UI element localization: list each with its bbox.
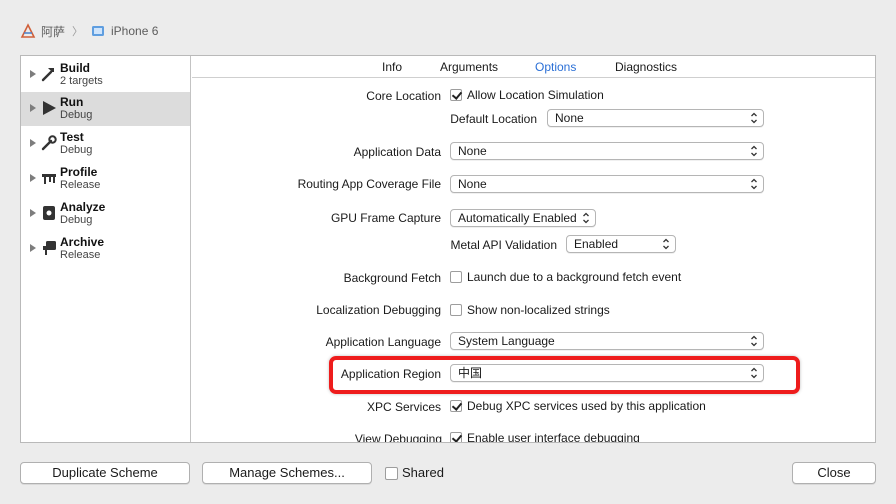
gpu-frame-capture-popup[interactable]: Automatically Enabled: [450, 209, 596, 227]
disclosure-triangle-icon[interactable]: [30, 244, 36, 252]
tab-bar: Info Arguments Options Diagnostics: [192, 56, 875, 78]
application-language-popup[interactable]: System Language: [450, 332, 764, 350]
sidebar-item-label: Profile: [60, 165, 98, 179]
popup-value: Enabled: [574, 237, 619, 251]
routing-popup[interactable]: None: [450, 175, 764, 193]
breadcrumb-device[interactable]: iPhone 6: [111, 24, 158, 38]
sidebar-item-profile[interactable]: Profile Release: [21, 162, 190, 196]
core-location-label: Core Location: [366, 89, 441, 103]
sidebar-item-sublabel: Debug: [60, 109, 93, 121]
chevron-right-icon: 〉: [72, 26, 84, 38]
xpc-services-checkbox[interactable]: [450, 400, 462, 412]
popup-value: Automatically Enabled: [458, 211, 577, 225]
tab-options[interactable]: Options: [535, 60, 576, 74]
popup-value: None: [555, 111, 584, 125]
sidebar-item-label: Build: [60, 61, 90, 75]
disclosure-triangle-icon[interactable]: [30, 104, 36, 112]
tab-arguments[interactable]: Arguments: [440, 60, 498, 74]
sidebar-item-test[interactable]: Test Debug: [21, 127, 190, 161]
routing-label: Routing App Coverage File: [297, 177, 441, 191]
scheme-action-sidebar: Build 2 targets Run Debug Test Debug Pro…: [21, 56, 191, 442]
allow-location-simulation-label: Allow Location Simulation: [467, 88, 604, 102]
analyze-icon: [40, 204, 58, 222]
application-data-label: Application Data: [353, 145, 441, 159]
popup-value: None: [458, 177, 487, 191]
archive-icon: [40, 239, 58, 257]
breadcrumb-project[interactable]: 阿萨: [41, 23, 65, 40]
sidebar-item-label: Analyze: [60, 200, 106, 214]
view-debugging-checkbox[interactable]: [450, 432, 462, 442]
chevron-updown-icon: [751, 112, 757, 124]
gpu-frame-capture-label: GPU Frame Capture: [330, 211, 441, 225]
application-data-popup[interactable]: None: [450, 142, 764, 160]
close-button[interactable]: Close: [792, 462, 876, 484]
sidebar-item-sublabel: Debug: [60, 214, 93, 226]
xpc-services-check-label: Debug XPC services used by this applicat…: [467, 399, 706, 413]
shared-checkbox[interactable]: [385, 467, 398, 480]
duplicate-scheme-button[interactable]: Duplicate Scheme: [20, 462, 190, 484]
breadcrumb: 阿萨 〉 iPhone 6: [20, 22, 158, 40]
xcode-project-icon: [20, 23, 36, 39]
metal-api-validation-label: Metal API Validation: [450, 238, 557, 252]
annotation-highlight-box: [329, 356, 800, 394]
tab-diagnostics[interactable]: Diagnostics: [615, 60, 677, 74]
background-fetch-check-label: Launch due to a background fetch event: [467, 270, 682, 284]
disclosure-triangle-icon[interactable]: [30, 139, 36, 147]
device-icon: [90, 23, 106, 39]
sidebar-item-sublabel: Release: [60, 179, 101, 191]
wrench-icon: [40, 134, 58, 152]
default-location-label: Default Location: [450, 112, 537, 126]
disclosure-triangle-icon[interactable]: [30, 70, 36, 78]
background-fetch-checkbox[interactable]: [450, 271, 462, 283]
chevron-updown-icon: [751, 335, 757, 347]
popup-value: System Language: [458, 334, 555, 348]
xpc-services-label: XPC Services: [366, 400, 441, 414]
chevron-updown-icon: [663, 238, 669, 250]
sidebar-item-sublabel: 2 targets: [60, 75, 103, 87]
sidebar-item-label: Run: [60, 95, 84, 109]
disclosure-triangle-icon[interactable]: [30, 174, 36, 182]
scroll-clip: View Debugging Enable user interface deb…: [192, 430, 875, 442]
sidebar-item-sublabel: Release: [60, 249, 101, 261]
application-language-label: Application Language: [325, 335, 441, 349]
popup-value: None: [458, 144, 487, 158]
manage-schemes-button[interactable]: Manage Schemes...: [202, 462, 372, 484]
show-non-localized-checkbox[interactable]: [450, 304, 462, 316]
sidebar-item-label: Test: [60, 130, 84, 144]
sidebar-item-build[interactable]: Build 2 targets: [21, 58, 190, 92]
tab-info[interactable]: Info: [382, 60, 402, 74]
metal-api-validation-popup[interactable]: Enabled: [566, 235, 676, 253]
profile-icon: [40, 169, 58, 187]
chevron-updown-icon: [751, 145, 757, 157]
background-fetch-label: Background Fetch: [343, 271, 441, 285]
default-location-popup[interactable]: None: [547, 109, 764, 127]
chevron-updown-icon: [583, 212, 589, 224]
sidebar-item-analyze[interactable]: Analyze Debug: [21, 197, 190, 231]
sidebar-item-sublabel: Debug: [60, 144, 93, 156]
disclosure-triangle-icon[interactable]: [30, 209, 36, 217]
sidebar-item-label: Archive: [60, 235, 105, 249]
localization-debugging-label: Localization Debugging: [316, 303, 441, 317]
shared-label: Shared: [402, 465, 444, 480]
view-debugging-label: View Debugging: [354, 432, 442, 442]
view-debugging-check-label: Enable user interface debugging: [467, 431, 640, 442]
chevron-updown-icon: [751, 178, 757, 190]
hammer-icon: [40, 65, 58, 83]
sidebar-item-run[interactable]: Run Debug: [21, 92, 190, 126]
allow-location-simulation-checkbox[interactable]: [450, 89, 462, 101]
show-non-localized-label: Show non-localized strings: [467, 303, 610, 317]
play-icon: [40, 99, 58, 117]
sidebar-item-archive[interactable]: Archive Release: [21, 232, 190, 266]
